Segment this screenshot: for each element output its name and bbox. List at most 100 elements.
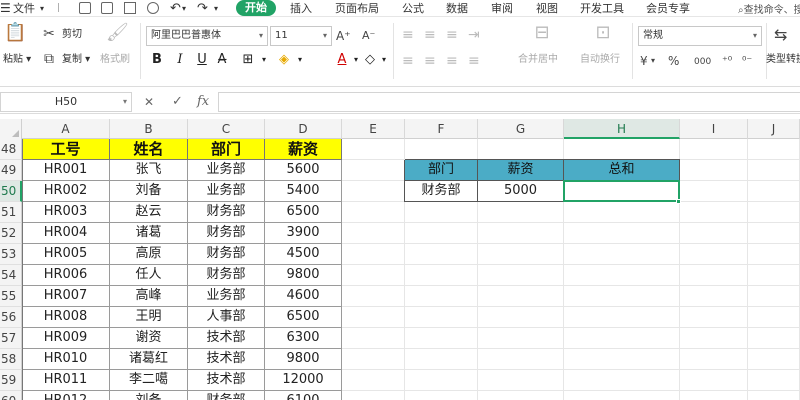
fill-handle[interactable]: [676, 199, 681, 204]
cell-j56[interactable]: [748, 307, 800, 328]
column-header-f[interactable]: F: [405, 119, 478, 139]
tab-view[interactable]: 视图: [536, 1, 558, 16]
column-header-a[interactable]: A: [22, 119, 110, 139]
cell-h60[interactable]: [564, 391, 680, 400]
cell-c58[interactable]: 技术部: [188, 349, 265, 370]
quick-access-menu-icon[interactable]: ▾: [214, 1, 218, 16]
cell-i57[interactable]: [680, 328, 748, 349]
tab-data[interactable]: 数据: [446, 1, 468, 16]
row-header-48[interactable]: 48: [0, 139, 22, 160]
cell-e56[interactable]: [342, 307, 405, 328]
cell-a55[interactable]: HR007: [22, 286, 110, 307]
cell-i58[interactable]: [680, 349, 748, 370]
fill-color-icon[interactable]: ◈: [276, 51, 292, 69]
cell-a52[interactable]: HR004: [22, 223, 110, 244]
cell-g60[interactable]: [478, 391, 564, 400]
cell-i50[interactable]: [680, 181, 748, 202]
cell-e53[interactable]: [342, 244, 405, 265]
cell-b55[interactable]: 高峰: [110, 286, 188, 307]
cell-c57[interactable]: 技术部: [188, 328, 265, 349]
type-convert-button[interactable]: 类型转换: [766, 54, 800, 66]
grow-font-button[interactable]: A⁺: [336, 28, 351, 44]
cell-c54[interactable]: 财务部: [188, 265, 265, 286]
cell-c59[interactable]: 技术部: [188, 370, 265, 391]
tab-home[interactable]: 开始: [236, 0, 276, 16]
cell-a58[interactable]: HR010: [22, 349, 110, 370]
cell-g52[interactable]: [478, 223, 564, 244]
align-bottom-icon[interactable]: ≡: [446, 27, 458, 43]
cell-b58[interactable]: 诸葛红: [110, 349, 188, 370]
cell-i55[interactable]: [680, 286, 748, 307]
cell-g48[interactable]: [478, 139, 564, 160]
column-header-j[interactable]: J: [748, 119, 800, 139]
font-size-select[interactable]: 11 ▾: [270, 26, 332, 46]
currency-menu-icon[interactable]: ▾: [651, 53, 655, 69]
cell-d53[interactable]: 4500: [265, 244, 342, 265]
merge-center-icon[interactable]: ⊟: [530, 24, 554, 42]
cell-c49[interactable]: 业务部: [188, 160, 265, 181]
thousands-button[interactable]: 000: [694, 54, 711, 70]
cell-e58[interactable]: [342, 349, 405, 370]
cell-a60[interactable]: HR012: [22, 391, 110, 400]
cell-g59[interactable]: [478, 370, 564, 391]
column-header-h[interactable]: H: [564, 119, 680, 139]
cell-i51[interactable]: [680, 202, 748, 223]
cell-h48[interactable]: [564, 139, 680, 160]
format-painter-icon[interactable]: 🖌: [106, 24, 129, 42]
indent-icon[interactable]: ⇥: [468, 27, 480, 43]
cell-h49[interactable]: 总和: [564, 160, 680, 181]
column-header-i[interactable]: I: [680, 119, 748, 139]
cell-h58[interactable]: [564, 349, 680, 370]
row-header-54[interactable]: 54: [0, 265, 22, 286]
cell-i56[interactable]: [680, 307, 748, 328]
cell-e52[interactable]: [342, 223, 405, 244]
cell-i48[interactable]: [680, 139, 748, 160]
print-preview-icon[interactable]: [124, 2, 136, 14]
cell-d52[interactable]: 3900: [265, 223, 342, 244]
cell-f52[interactable]: [405, 223, 478, 244]
cell-i54[interactable]: [680, 265, 748, 286]
cell-j54[interactable]: [748, 265, 800, 286]
cell-g55[interactable]: [478, 286, 564, 307]
cell-d56[interactable]: 6500: [265, 307, 342, 328]
underline-button[interactable]: U: [194, 51, 210, 69]
cell-f50[interactable]: 财务部: [405, 181, 478, 202]
cancel-icon[interactable]: ✕: [144, 94, 154, 110]
cell-f58[interactable]: [405, 349, 478, 370]
italic-button[interactable]: I: [172, 51, 188, 69]
scissors-icon[interactable]: ✂: [41, 26, 57, 42]
row-header-50[interactable]: 50: [0, 181, 22, 202]
row-header-51[interactable]: 51: [0, 202, 22, 223]
align-middle-icon[interactable]: ≡: [424, 27, 436, 43]
cell-h51[interactable]: [564, 202, 680, 223]
cell-f55[interactable]: [405, 286, 478, 307]
cell-a49[interactable]: HR001: [22, 160, 110, 181]
insert-function-icon[interactable]: fx: [197, 94, 209, 110]
print-icon[interactable]: [101, 2, 113, 14]
row-header-59[interactable]: 59: [0, 370, 22, 391]
cell-a56[interactable]: HR008: [22, 307, 110, 328]
increase-decimal-icon[interactable]: ⁺⁰: [722, 53, 732, 69]
cell-e55[interactable]: [342, 286, 405, 307]
undo-icon[interactable]: ↶: [170, 1, 181, 16]
cell-i60[interactable]: [680, 391, 748, 400]
column-header-d[interactable]: D: [265, 119, 342, 139]
cell-g51[interactable]: [478, 202, 564, 223]
column-header-c[interactable]: C: [188, 119, 265, 139]
decrease-decimal-icon[interactable]: ⁰⁻: [742, 53, 752, 69]
cell-d54[interactable]: 9800: [265, 265, 342, 286]
cell-h57[interactable]: [564, 328, 680, 349]
cell-e59[interactable]: [342, 370, 405, 391]
wrap-text-icon[interactable]: ⊡: [591, 24, 615, 42]
cell-b52[interactable]: 诸葛: [110, 223, 188, 244]
cell-e51[interactable]: [342, 202, 405, 223]
cell-b54[interactable]: 任人: [110, 265, 188, 286]
cell-d57[interactable]: 6300: [265, 328, 342, 349]
cell-h53[interactable]: [564, 244, 680, 265]
cell-b53[interactable]: 高原: [110, 244, 188, 265]
cell-c52[interactable]: 财务部: [188, 223, 265, 244]
cell-e49[interactable]: [342, 160, 405, 181]
search-input[interactable]: ⌕查找命令、搜索: [738, 1, 800, 16]
cell-b50[interactable]: 刘备: [110, 181, 188, 202]
cell-j48[interactable]: [748, 139, 800, 160]
